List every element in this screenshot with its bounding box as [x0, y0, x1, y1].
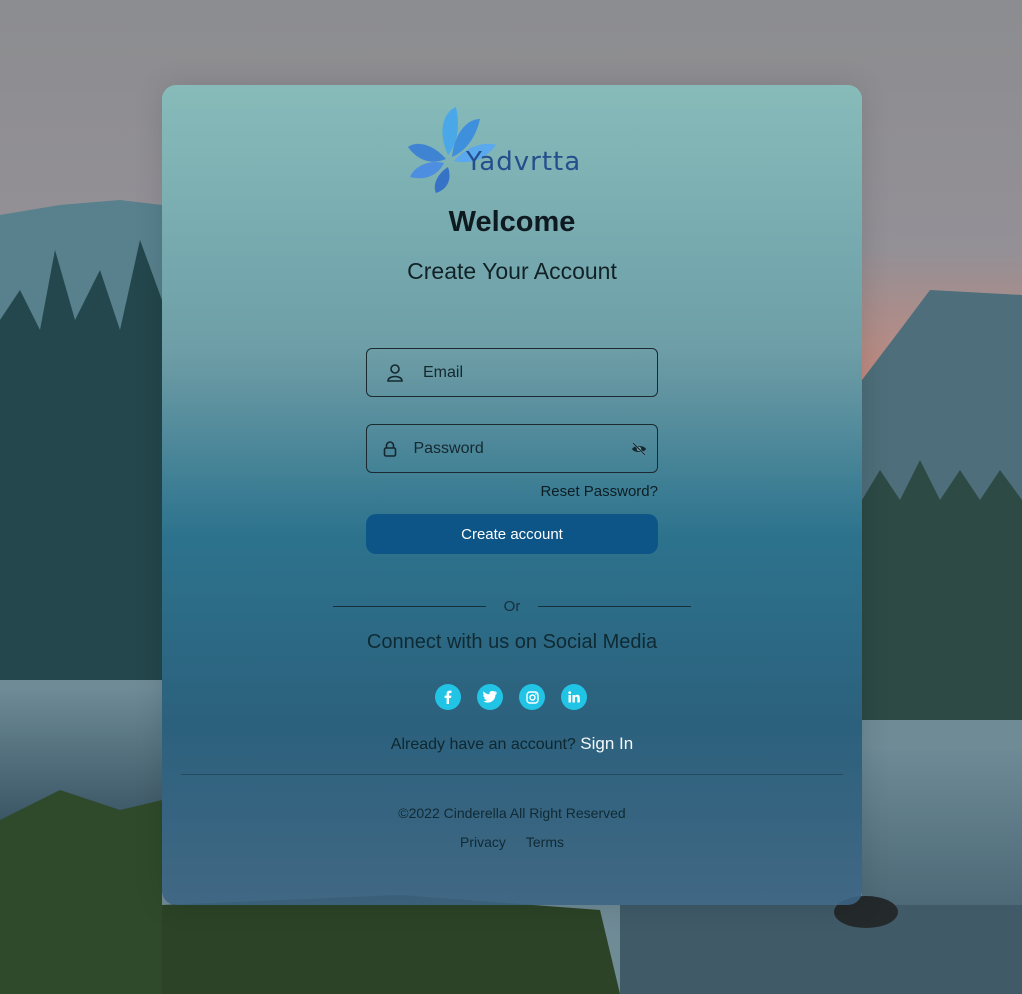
facebook-icon[interactable] — [435, 684, 461, 710]
terms-link[interactable]: Terms — [526, 834, 564, 850]
signin-link[interactable]: Sign In — [580, 734, 633, 753]
reset-password-link[interactable]: Reset Password? — [540, 483, 658, 500]
twitter-icon[interactable] — [477, 684, 503, 710]
linkedin-icon[interactable] — [561, 684, 587, 710]
email-input[interactable] — [423, 363, 657, 382]
or-line-right — [537, 605, 691, 607]
or-divider: Or — [333, 597, 691, 615]
create-account-subtitle: Create Your Account — [407, 258, 617, 284]
or-label: Or — [503, 597, 521, 615]
copyright-text: ©2022 Cinderella All Right Reserved — [398, 805, 626, 821]
user-icon — [367, 363, 423, 382]
brand-logo: Yadvrtta — [408, 103, 583, 193]
eye-slash-icon[interactable] — [620, 441, 657, 456]
password-input[interactable] — [413, 439, 621, 458]
signup-card: Yadvrtta Welcome Create Your Account Ema… — [162, 85, 862, 905]
password-field-wrapper — [366, 424, 658, 473]
brand-name: Yadvrtta — [466, 147, 582, 177]
signin-row: Already have an account? Sign In — [162, 734, 862, 754]
social-heading: Connect with us on Social Media — [366, 631, 658, 653]
or-line-left — [333, 605, 486, 607]
footer-links: Privacy Terms — [162, 834, 862, 850]
signin-prompt: Already have an account? — [390, 736, 576, 753]
welcome-heading: Welcome — [448, 206, 576, 238]
social-icons — [435, 684, 587, 710]
privacy-link[interactable]: Privacy — [460, 834, 506, 850]
instagram-icon[interactable] — [519, 684, 545, 710]
email-field-wrapper — [366, 348, 658, 397]
lock-icon — [367, 440, 413, 457]
footer-divider — [181, 774, 843, 775]
create-account-button[interactable]: Create account — [366, 514, 658, 554]
